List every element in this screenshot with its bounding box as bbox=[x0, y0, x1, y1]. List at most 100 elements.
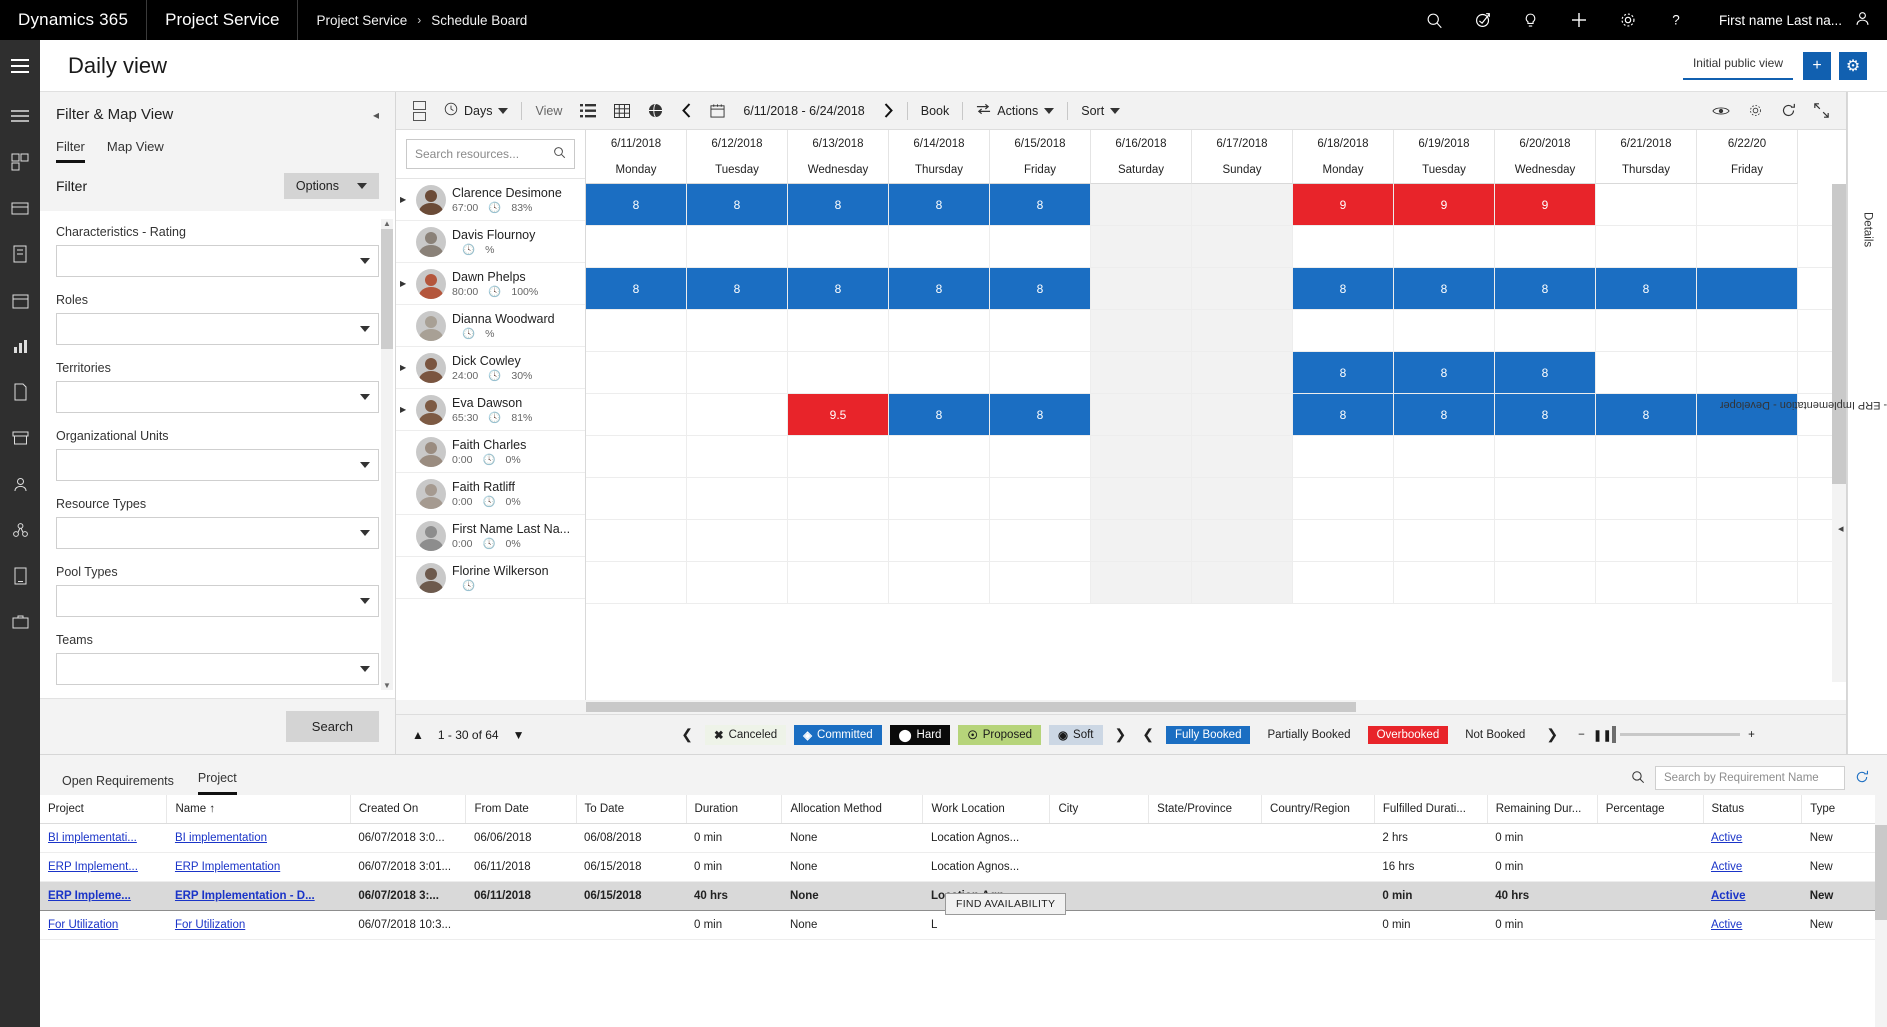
booking-cell[interactable] bbox=[889, 520, 990, 561]
booking-cell[interactable] bbox=[687, 562, 788, 603]
timescale-selector[interactable]: Days bbox=[435, 96, 517, 126]
grid-row[interactable] bbox=[586, 226, 1846, 268]
search-resources-input[interactable]: Search resources... bbox=[406, 139, 575, 169]
scrollbar-thumb[interactable] bbox=[1832, 184, 1846, 484]
booking-cell[interactable] bbox=[1091, 268, 1192, 309]
booking-cell[interactable] bbox=[1091, 394, 1192, 435]
booking-cell[interactable]: 8 bbox=[990, 184, 1091, 225]
expand-resource-icon[interactable]: ▶ bbox=[400, 405, 410, 414]
booking-cell[interactable] bbox=[1091, 184, 1192, 225]
actions-menu[interactable]: Actions bbox=[967, 96, 1063, 126]
page-icon[interactable] bbox=[6, 378, 34, 406]
grid-vertical-scrollbar[interactable] bbox=[1832, 184, 1846, 682]
pool-types-select[interactable] bbox=[56, 585, 379, 617]
legend-status-prev[interactable]: ❮ bbox=[677, 726, 697, 743]
grid-horizontal-scrollbar[interactable] bbox=[396, 700, 1846, 714]
expand-resource-icon[interactable]: ▶ bbox=[400, 195, 410, 204]
booking-cell[interactable] bbox=[1293, 478, 1394, 519]
booking-cell[interactable] bbox=[1495, 436, 1596, 477]
legend-not-booked[interactable]: Not Booked bbox=[1456, 726, 1534, 744]
booking-cell[interactable]: 8 bbox=[1293, 268, 1394, 309]
legend-booking-prev[interactable]: ❮ bbox=[1138, 726, 1158, 743]
booking-cell[interactable]: 8 bbox=[1394, 268, 1495, 309]
booking-cell[interactable]: 8 bbox=[990, 268, 1091, 309]
table-cell-link[interactable]: BI implementati... bbox=[48, 832, 137, 844]
resource-row[interactable]: ▶ Dawn Phelps 80:00 🕓 100% bbox=[396, 263, 585, 305]
booking-cell[interactable] bbox=[1697, 436, 1798, 477]
table-column-header[interactable]: From Date bbox=[465, 795, 577, 824]
booking-cell[interactable] bbox=[687, 478, 788, 519]
booking-cell[interactable] bbox=[889, 310, 990, 351]
scrollbar-thumb[interactable] bbox=[1875, 825, 1887, 920]
legend-hard[interactable]: ⬤ Hard bbox=[889, 724, 951, 745]
zoom-slider[interactable] bbox=[1612, 726, 1741, 743]
person-icon[interactable] bbox=[6, 470, 34, 498]
booking-cell[interactable] bbox=[788, 352, 889, 393]
chevron-left-icon[interactable]: ◂ bbox=[373, 108, 379, 122]
table-cell-link[interactable]: Active bbox=[1711, 890, 1746, 902]
book-button[interactable]: Book bbox=[912, 96, 959, 126]
pager-up-icon[interactable]: ▲ bbox=[412, 728, 424, 742]
booking-cell[interactable] bbox=[1091, 478, 1192, 519]
refresh-icon[interactable] bbox=[1772, 96, 1805, 126]
booking-cell[interactable] bbox=[1697, 520, 1798, 561]
booking-cell[interactable] bbox=[1596, 226, 1697, 267]
resource-row[interactable]: First Name Last Na... 0:00 🕓 0% bbox=[396, 515, 585, 557]
calendar-icon[interactable] bbox=[701, 96, 734, 126]
table-column-header[interactable]: Project bbox=[40, 795, 168, 824]
booking-cell[interactable] bbox=[1091, 562, 1192, 603]
booking-cell[interactable] bbox=[788, 310, 889, 351]
booking-cell[interactable]: 8 bbox=[1293, 352, 1394, 393]
table-column-header[interactable]: Duration bbox=[686, 795, 783, 824]
booking-cell[interactable]: 8 bbox=[1495, 394, 1596, 435]
booking-cell[interactable] bbox=[1495, 478, 1596, 519]
next-period-button[interactable] bbox=[874, 96, 903, 126]
booking-cell[interactable] bbox=[1394, 520, 1495, 561]
previous-period-button[interactable] bbox=[672, 96, 701, 126]
booking-cell[interactable]: 8 bbox=[990, 394, 1091, 435]
brand-logo[interactable]: Dynamics 365 bbox=[0, 0, 148, 40]
booking-cell[interactable] bbox=[1192, 436, 1293, 477]
resource-list[interactable]: ▶ Clarence Desimone 67:00 🕓 83% Davis Flourno… bbox=[396, 179, 585, 700]
table-column-header[interactable]: Allocation Method bbox=[781, 795, 924, 824]
grid-row[interactable]: 88888999 bbox=[586, 184, 1846, 226]
booking-cell[interactable] bbox=[1394, 478, 1495, 519]
booking-cell[interactable] bbox=[1091, 226, 1192, 267]
booking-cell[interactable] bbox=[1394, 436, 1495, 477]
network-icon[interactable] bbox=[6, 516, 34, 544]
booking-cell[interactable] bbox=[1697, 268, 1798, 309]
expand-collapse-rows-button[interactable] bbox=[404, 96, 435, 126]
booking-cell[interactable] bbox=[1293, 562, 1394, 603]
resource-row[interactable]: ▶ Eva Dawson 65:30 🕓 81% bbox=[396, 389, 585, 431]
booking-cell[interactable] bbox=[1495, 226, 1596, 267]
table-column-header[interactable]: Fulfilled Durati... bbox=[1374, 795, 1488, 824]
booking-cell[interactable] bbox=[990, 520, 1091, 561]
grid-row[interactable] bbox=[586, 310, 1846, 352]
booking-cell[interactable] bbox=[586, 352, 687, 393]
gear-icon[interactable] bbox=[1604, 0, 1652, 40]
scrollbar-thumb[interactable] bbox=[381, 229, 393, 349]
refresh-icon[interactable] bbox=[1855, 770, 1869, 787]
date-range-label[interactable]: 6/11/2018 - 6/24/2018 bbox=[734, 96, 873, 126]
booking-cell[interactable]: 9.5 bbox=[788, 394, 889, 435]
table-cell-link[interactable]: Active bbox=[1711, 861, 1742, 873]
booking-cell[interactable] bbox=[586, 478, 687, 519]
booking-cell[interactable] bbox=[1293, 226, 1394, 267]
booking-cell[interactable] bbox=[687, 226, 788, 267]
booking-cell[interactable]: 8 bbox=[1394, 352, 1495, 393]
booking-cell[interactable]: 8 bbox=[889, 268, 990, 309]
booking-cell[interactable] bbox=[1192, 562, 1293, 603]
booking-cell[interactable] bbox=[1192, 310, 1293, 351]
table-cell-link[interactable]: ERP Implement... bbox=[48, 861, 138, 873]
booking-cell[interactable] bbox=[1192, 268, 1293, 309]
booking-cell[interactable] bbox=[1697, 184, 1798, 225]
document-icon[interactable] bbox=[6, 240, 34, 268]
legend-partially-booked[interactable]: Partially Booked bbox=[1258, 726, 1359, 744]
booking-cell[interactable] bbox=[687, 352, 788, 393]
legend-committed[interactable]: ◈ Committed bbox=[794, 724, 882, 745]
view-selector[interactable]: Initial public view bbox=[1682, 52, 1793, 80]
booking-cell[interactable] bbox=[1192, 352, 1293, 393]
help-icon[interactable]: ? bbox=[1652, 0, 1700, 40]
scrollbar-thumb[interactable] bbox=[586, 702, 1356, 712]
grid-row[interactable] bbox=[586, 562, 1846, 604]
